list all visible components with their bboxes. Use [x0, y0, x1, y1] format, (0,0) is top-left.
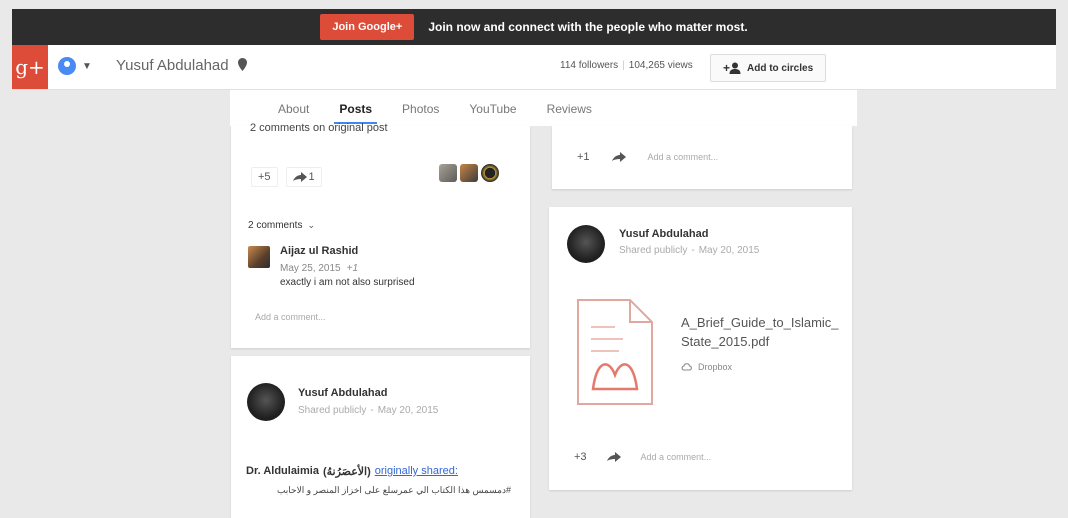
tab-reviews[interactable]: Reviews [532, 102, 607, 126]
file-name-line-1: A_Brief_Guide_to_Islamic_ [681, 315, 839, 330]
add-comment-input[interactable]: Add a comment... [641, 452, 712, 462]
followers-count[interactable]: 114 followers [560, 60, 618, 71]
chevron-down-icon: ⌄ [307, 220, 316, 230]
plus-one-button[interactable]: +3 [574, 451, 587, 463]
plus-one-button[interactable]: +5 [251, 167, 278, 187]
attachment-source: Dropbox [681, 362, 732, 372]
original-sharer-name[interactable]: Dr. Aldulaimia [246, 465, 319, 478]
pdf-file-icon [577, 299, 653, 405]
plus-one-button[interactable]: +1 [577, 151, 590, 163]
comment-text: exactly i am not also surprised [280, 277, 415, 288]
join-google-plus-button[interactable]: Join Google+ [320, 14, 415, 40]
join-promo-bar: Join Google+ Join now and connect with t… [12, 9, 1056, 45]
share-button[interactable]: 1 [285, 167, 322, 187]
tab-photos[interactable]: Photos [387, 102, 454, 126]
post-actions: +5 1 [251, 167, 322, 187]
location-pin-icon[interactable] [238, 58, 247, 71]
post-actions: +3 Add a comment... [574, 451, 711, 463]
comment-date[interactable]: May 25, 2015 [280, 263, 341, 274]
comment-meta: May 25, 2015 +1 [280, 263, 358, 274]
profile-header: g+ ▼ Yusuf Abdulahad 114 followers | 104,2… [12, 45, 1056, 90]
meta-separator: - [691, 245, 695, 256]
profile-name[interactable]: Yusuf Abdulahad [116, 57, 229, 74]
meta-separator: - [370, 405, 374, 416]
add-comment-input[interactable]: Add a comment... [255, 312, 326, 322]
post-date[interactable]: May 20, 2015 [378, 405, 439, 416]
post-actions: +1 Add a comment... [577, 151, 718, 163]
add-person-icon: + [723, 62, 741, 74]
author-avatar[interactable] [247, 383, 285, 421]
comments-toggle[interactable]: 2 comments ⌄ [248, 220, 315, 231]
post-card-shared: Yusuf Abdulahad Shared publicly - May 20… [231, 356, 530, 518]
post-author[interactable]: Yusuf Abdulahad [619, 228, 708, 240]
original-sharer-arabic-name: (الأعصَرُنهُ) [322, 466, 371, 478]
post-date[interactable]: May 20, 2015 [699, 245, 760, 256]
commenter-avatar[interactable] [248, 246, 270, 268]
promo-message: Join now and connect with the people who… [428, 20, 748, 34]
account-avatar-icon [58, 57, 76, 75]
chevron-down-icon: ▼ [82, 60, 92, 72]
plusoners-avatars [439, 164, 499, 182]
cloud-link-icon [681, 363, 692, 371]
comments-toggle-label: 2 comments [248, 220, 303, 231]
account-switcher[interactable]: ▼ [58, 57, 92, 75]
post-card-comments: 2 comments on original post +5 1 2 comme… [231, 122, 530, 348]
profile-stats: 114 followers | 104,265 views [560, 60, 693, 71]
author-avatar[interactable] [567, 225, 605, 263]
profile-tabs: About Posts Photos YouTube Reviews [230, 90, 857, 126]
attachment-preview[interactable]: A_Brief_Guide_to_Islamic_ State_2015.pdf… [575, 297, 839, 407]
add-comment-input[interactable]: Add a comment... [648, 152, 719, 162]
visibility-label[interactable]: Shared publicly [298, 405, 366, 416]
attachment-file-name[interactable]: A_Brief_Guide_to_Islamic_ State_2015.pdf [681, 313, 839, 351]
share-count: 1 [308, 171, 315, 183]
comment-plus-one[interactable]: +1 [347, 263, 358, 274]
visibility-label[interactable]: Shared publicly [619, 245, 687, 256]
share-arrow-icon[interactable] [611, 152, 626, 162]
google-plus-logo-icon[interactable]: g+ [12, 45, 48, 89]
comment-author[interactable]: Aijaz ul Rashid [280, 245, 358, 257]
svg-text:+: + [723, 62, 730, 74]
plusoner-avatar[interactable] [439, 164, 457, 182]
share-arrow-icon[interactable] [606, 452, 621, 462]
attachment-source-name: Dropbox [698, 362, 733, 372]
post-meta: Shared publicly - May 20, 2015 [619, 245, 759, 256]
comments-on-original-link[interactable]: 2 comments on original post [250, 122, 388, 134]
post-meta: Shared publicly - May 20, 2015 [298, 405, 438, 416]
add-to-circles-label: Add to circles [747, 62, 814, 74]
plusoner-avatar[interactable] [460, 164, 478, 182]
views-count: 104,265 views [628, 60, 693, 71]
post-card-top-right: +1 Add a comment... [552, 126, 852, 189]
plusoner-avatar[interactable] [481, 164, 499, 182]
post-author[interactable]: Yusuf Abdulahad [298, 387, 387, 399]
originally-shared-link[interactable]: originally shared: [375, 465, 458, 478]
post-card-pdf: Yusuf Abdulahad Shared publicly - May 20… [549, 207, 852, 490]
add-to-circles-button[interactable]: + Add to circles [710, 54, 827, 82]
arabic-post-text: #دمسمس هذا الكتاب الي عمرسلع على اخزاز ا… [276, 485, 511, 495]
shared-from-line: Dr. Aldulaimia (الأعصَرُنهُ) originally … [246, 465, 458, 478]
tab-youtube[interactable]: YouTube [454, 102, 531, 126]
file-name-line-2: State_2015.pdf [681, 334, 770, 349]
share-arrow-icon [292, 172, 307, 182]
